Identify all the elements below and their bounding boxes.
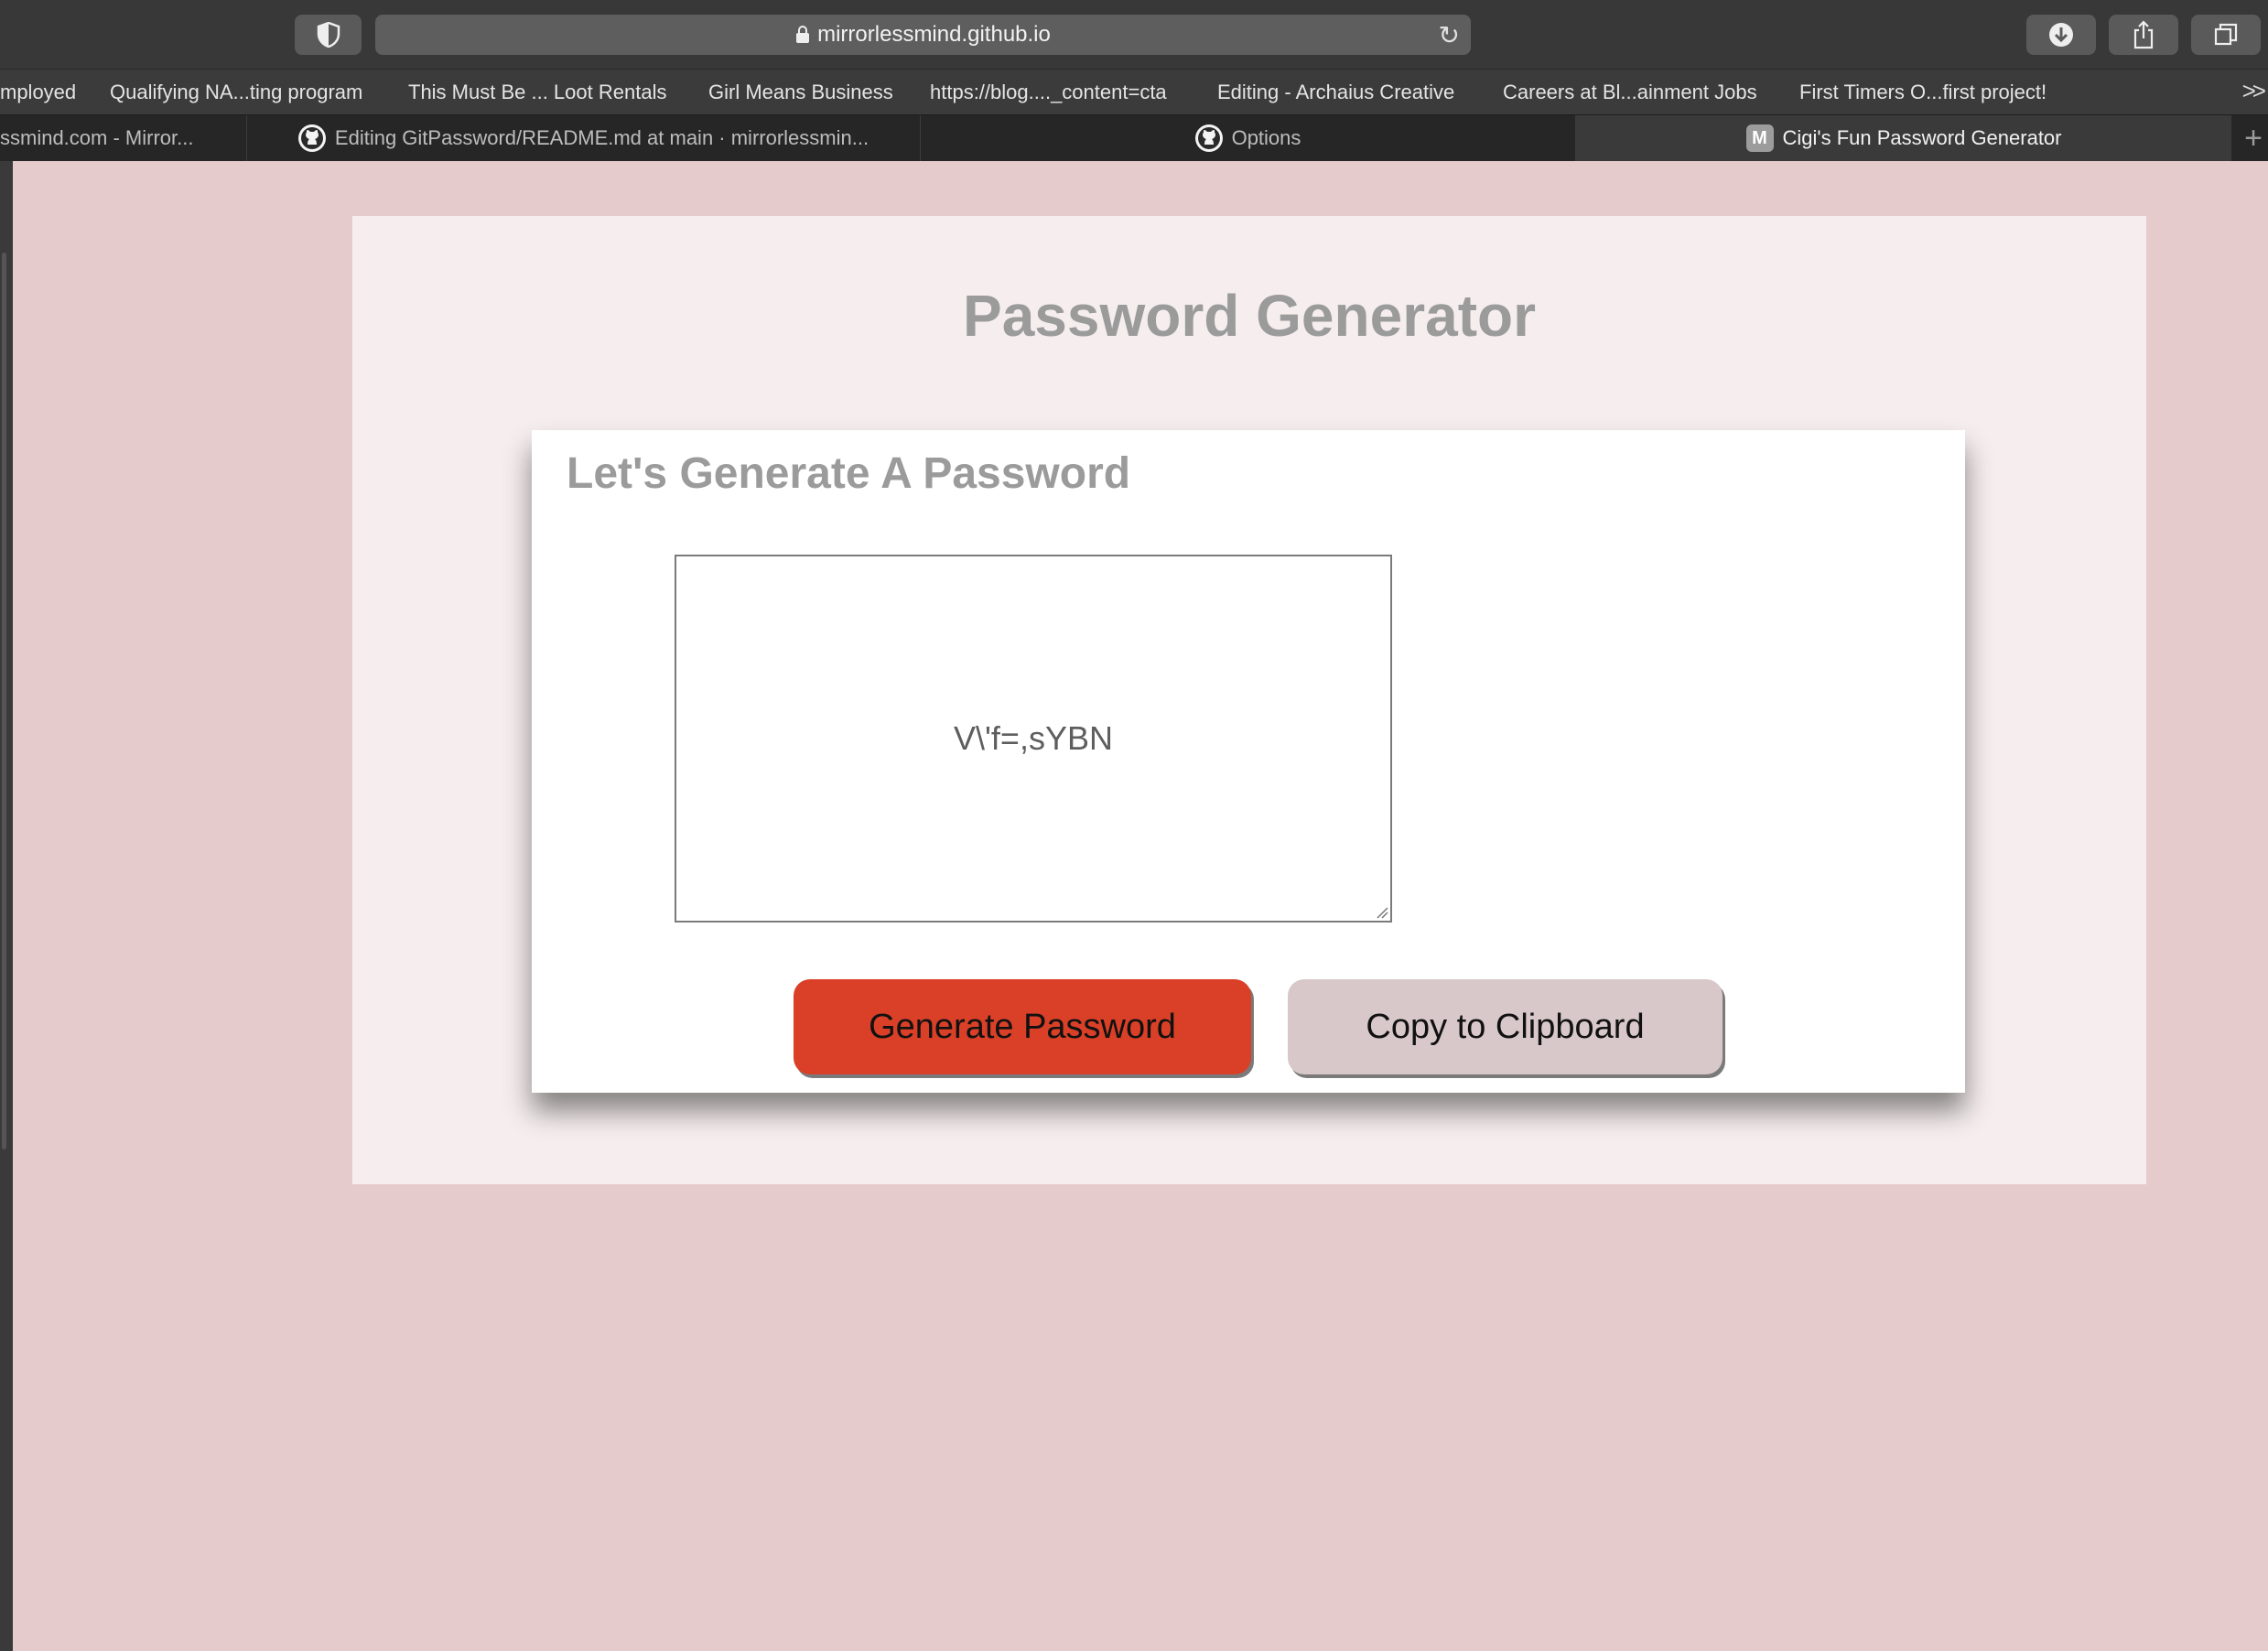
bookmark-item[interactable]: First Timers O...first project! bbox=[1799, 81, 2047, 104]
tab-options[interactable]: Options bbox=[921, 115, 1576, 161]
site-favicon: M bbox=[1745, 124, 1774, 152]
tab-password-generator[interactable]: M Cigi's Fun Password Generator bbox=[1576, 115, 2231, 161]
new-tab-button[interactable]: + bbox=[2244, 121, 2263, 156]
github-icon bbox=[297, 124, 326, 152]
card-title: Let's Generate A Password bbox=[567, 449, 1131, 498]
resize-handle-icon[interactable] bbox=[1376, 906, 1388, 919]
tab-label: Options bbox=[1231, 126, 1301, 149]
share-button[interactable] bbox=[2109, 15, 2178, 55]
copy-to-clipboard-button[interactable]: Copy to Clipboard bbox=[1288, 979, 1723, 1074]
lock-icon bbox=[796, 26, 810, 43]
generator-card: Let's Generate A Password V\'f=,sYBN Gen… bbox=[532, 430, 1965, 1093]
tabs-overview-icon bbox=[2214, 23, 2238, 46]
privacy-shield-button[interactable] bbox=[295, 15, 362, 55]
page-wrapper: Password Generator Let's Generate A Pass… bbox=[352, 216, 2146, 1184]
tab-label: ssmind.com - Mirror... bbox=[0, 126, 194, 149]
bookmarks-overflow-button[interactable]: >> bbox=[2242, 77, 2266, 105]
sidebar-handle[interactable] bbox=[2, 253, 6, 1149]
bookmark-item[interactable]: https://blog...._content=cta bbox=[930, 81, 1167, 104]
reload-icon[interactable]: ↻ bbox=[1439, 20, 1460, 50]
downloads-button[interactable] bbox=[2026, 15, 2096, 55]
tab-overview-button[interactable] bbox=[2191, 15, 2261, 55]
tab-label: Editing GitPassword/README.md at main · … bbox=[334, 126, 869, 149]
share-icon bbox=[2133, 20, 2154, 49]
address-bar[interactable]: mirrorlessmind.github.io ↻ bbox=[375, 15, 1471, 55]
screen: mirrorlessmind.github.io ↻ mployed Quali… bbox=[0, 0, 2268, 1651]
bookmark-item[interactable]: Editing - Archaius Creative bbox=[1217, 81, 1454, 104]
password-textarea[interactable]: V\'f=,sYBN bbox=[675, 555, 1392, 923]
bookmark-item[interactable]: Qualifying NA...ting program bbox=[110, 81, 362, 104]
tab-label: Cigi's Fun Password Generator bbox=[1782, 126, 2062, 149]
bookmark-item[interactable]: This Must Be ... Loot Rentals bbox=[408, 81, 666, 104]
tab-bar: ssmind.com - Mirror... Editing GitPasswo… bbox=[0, 115, 2268, 161]
download-icon bbox=[2049, 23, 2073, 47]
sidebar-edge bbox=[0, 161, 13, 1651]
page-title: Password Generator bbox=[963, 283, 1536, 349]
generate-password-button[interactable]: Generate Password bbox=[794, 979, 1251, 1074]
github-icon bbox=[1194, 124, 1223, 152]
password-value: V\'f=,sYBN bbox=[954, 719, 1113, 757]
tab-mirrorlessmind[interactable]: ssmind.com - Mirror... bbox=[0, 115, 247, 161]
bookmarks-bar: mployed Qualifying NA...ting program Thi… bbox=[0, 70, 2268, 115]
tab-github-editing[interactable]: Editing GitPassword/README.md at main · … bbox=[247, 115, 921, 161]
browser-toolbar: mirrorlessmind.github.io ↻ bbox=[0, 0, 2268, 70]
shield-icon bbox=[317, 22, 340, 48]
bookmark-item[interactable]: Careers at Bl...ainment Jobs bbox=[1503, 81, 1757, 104]
bookmark-item[interactable]: Girl Means Business bbox=[708, 81, 893, 104]
url-text: mirrorlessmind.github.io bbox=[817, 22, 1051, 47]
bookmark-item[interactable]: mployed bbox=[0, 81, 76, 104]
